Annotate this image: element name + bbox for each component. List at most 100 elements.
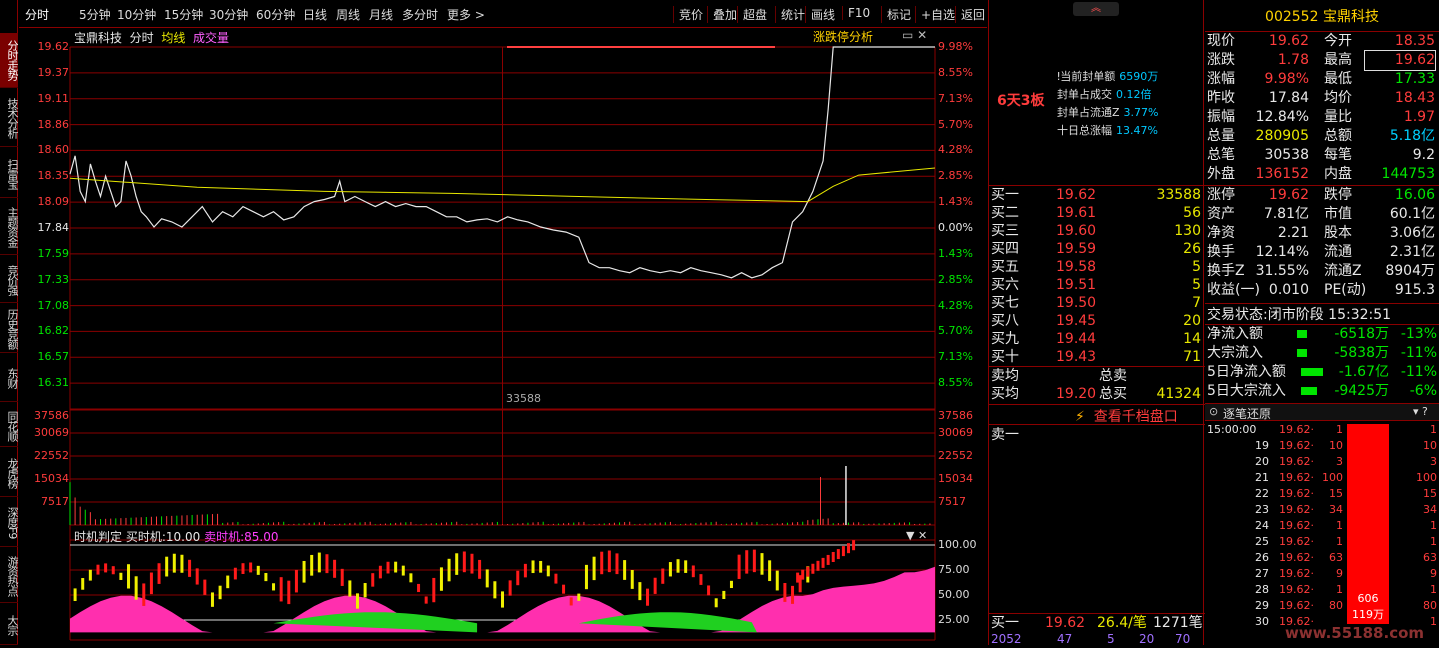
sidebar-item-2[interactable]: 扫雷宝 — [0, 150, 19, 198]
tick-cum: 1 — [1430, 535, 1437, 548]
toolbar-btn-0[interactable]: 竞价 — [673, 6, 703, 23]
quote-value: 17.33 — [1394, 71, 1435, 87]
indicator-bar — [188, 559, 192, 577]
avg-line-label[interactable]: 均线 — [161, 31, 185, 45]
fund-label: 净资 — [1207, 225, 1235, 241]
sidebar-item-11[interactable]: 大宗 — [0, 606, 19, 645]
indicator-bar — [707, 585, 711, 596]
chart-window-controls[interactable]: ▭ ✕ — [902, 28, 927, 42]
queue-value: 20 — [1139, 632, 1155, 646]
chart-canvas[interactable] — [19, 28, 988, 645]
quote-label: 量比 — [1324, 109, 1352, 125]
tick-cum: 100 — [1416, 471, 1437, 484]
sidebar-item-3[interactable]: 主题资金 — [0, 200, 19, 255]
indicator-bar — [569, 597, 573, 606]
toolbar-btn-1[interactable]: 叠加 — [707, 6, 737, 23]
toolbar-btn-2[interactable]: 超盘 — [737, 6, 767, 23]
minimize-icon[interactable]: ▭ — [902, 28, 913, 42]
indicator-controls[interactable]: ▼ ✕ — [906, 529, 927, 542]
tick-time: 24 — [1255, 519, 1269, 532]
indicator-bar — [355, 593, 359, 609]
tick-cum: 15 — [1423, 487, 1437, 500]
depth-link[interactable]: ⚡ 查看千档盘口 — [1075, 406, 1178, 426]
tab-1[interactable]: 5分钟 — [79, 6, 111, 23]
toolbar-btn-3[interactable]: 统计 — [775, 6, 805, 23]
tab-3[interactable]: 15分钟 — [164, 6, 203, 23]
tab-6[interactable]: 日线 — [303, 6, 327, 23]
buy-avg-label: 买均 — [991, 386, 1019, 402]
toolbar-btn-4[interactable]: 画线 — [805, 6, 835, 23]
chart-header: 宝鼎科技 分时 均线 成交量 — [74, 29, 229, 46]
tab-8[interactable]: 月线 — [369, 6, 393, 23]
flow-pct: -11% — [1400, 364, 1437, 380]
indicator-close-icon[interactable]: ✕ — [918, 529, 927, 542]
tick-time: 19 — [1255, 439, 1269, 452]
chevron-up-icon[interactable]: ︽ — [1091, 3, 1101, 14]
indicator-bar — [73, 588, 77, 602]
pct-tick: 7.13% — [938, 350, 973, 364]
toolbar-btn-6[interactable]: 标记 — [881, 6, 911, 23]
tab-4[interactable]: 30分钟 — [209, 6, 248, 23]
bid-price: 19.45 — [1056, 313, 1097, 329]
indicator-bar — [157, 563, 161, 584]
flow-value: -1.67亿 — [1338, 364, 1389, 380]
indicator-bar — [111, 566, 115, 575]
sidebar-item-6[interactable]: 东财 — [0, 355, 19, 402]
indicator-bar — [775, 570, 779, 591]
bid-label: 买七 — [991, 295, 1019, 311]
help-icon[interactable]: ▾ ? — [1413, 405, 1428, 418]
indicator-bar — [386, 561, 390, 574]
toolbar-btn-7[interactable]: +自选 — [915, 6, 955, 23]
bid-row: 买三 19.60 130 — [989, 222, 1205, 241]
sidebar-item-4[interactable]: 竞价强 — [0, 258, 19, 303]
volume-label[interactable]: 成交量 — [193, 31, 229, 45]
depth-link-text[interactable]: 查看千档盘口 — [1094, 409, 1178, 425]
tab-2[interactable]: 10分钟 — [117, 6, 156, 23]
quote-label: 总量 — [1207, 128, 1235, 144]
limit-analysis-button[interactable]: 涨跌停分析 — [813, 28, 873, 45]
fund-label: 流通Z — [1324, 263, 1362, 279]
tick-time: 22 — [1255, 487, 1269, 500]
tab-10[interactable]: 更多 > — [447, 6, 485, 23]
tab-0[interactable]: 分时 — [25, 6, 49, 23]
sidebar-item-10[interactable]: 游资热点 — [0, 550, 19, 603]
sidebar-item-7[interactable]: 同花顺 — [0, 405, 19, 447]
bid-label: 买一 — [991, 187, 1019, 203]
tick-cum: 3 — [1430, 455, 1437, 468]
tick-bar-top: 606 — [1357, 592, 1379, 605]
chart-mode[interactable]: 分时 — [130, 31, 154, 45]
indicator-bar — [841, 546, 845, 557]
sidebar-item-0[interactable]: 分时走势 — [0, 33, 19, 88]
quote-label: 昨收 — [1207, 90, 1235, 106]
indicator-bar — [615, 553, 619, 575]
indicator-bar — [485, 569, 489, 588]
queue-value: 2052 — [991, 632, 1022, 646]
indicator-bar — [592, 556, 596, 581]
indicator-bar — [218, 585, 222, 600]
sidebar-item-1[interactable]: 技术分析 — [0, 90, 19, 147]
close-icon[interactable]: ✕ — [917, 28, 927, 42]
collapse-up-button[interactable]: ︽ — [1073, 2, 1119, 16]
sidebar-item-9[interactable]: 深度F9 — [0, 500, 19, 547]
tab-5[interactable]: 60分钟 — [256, 6, 295, 23]
tab-7[interactable]: 周线 — [336, 6, 360, 23]
indicator-bar — [630, 569, 634, 589]
volume-tick: 22552 — [34, 449, 69, 462]
collapse-icon[interactable]: ⊙ — [1209, 405, 1218, 418]
tick-time: 25 — [1255, 535, 1269, 548]
indicator-tick: 25.00 — [938, 613, 970, 626]
sidebar-item-8[interactable]: 龙虎榜 — [0, 450, 19, 497]
indicator-bar — [508, 580, 512, 596]
sidebar-item-5[interactable]: 历史竞额 — [0, 306, 19, 353]
toolbar-btn-5[interactable]: F10 — [842, 6, 870, 20]
dropdown-icon[interactable]: ▼ — [906, 529, 914, 542]
indicator-bar — [104, 563, 108, 573]
intraday-chart[interactable]: 宝鼎科技 分时 均线 成交量 涨跌停分析 ▭ ✕ 时机判定 买时机:10.00 … — [19, 28, 988, 645]
tab-9[interactable]: 多分时 — [402, 6, 438, 23]
fund-label: 换手Z — [1207, 263, 1245, 279]
toolbar-btn-8[interactable]: 返回 — [955, 6, 985, 23]
fund-row: 净资 2.21 股本 3.06亿 — [1205, 224, 1439, 243]
indicator-bar — [676, 559, 680, 573]
tick-row: 29 19.62· 80 80 — [1205, 598, 1439, 614]
price-tick: 19.62 — [37, 40, 70, 53]
